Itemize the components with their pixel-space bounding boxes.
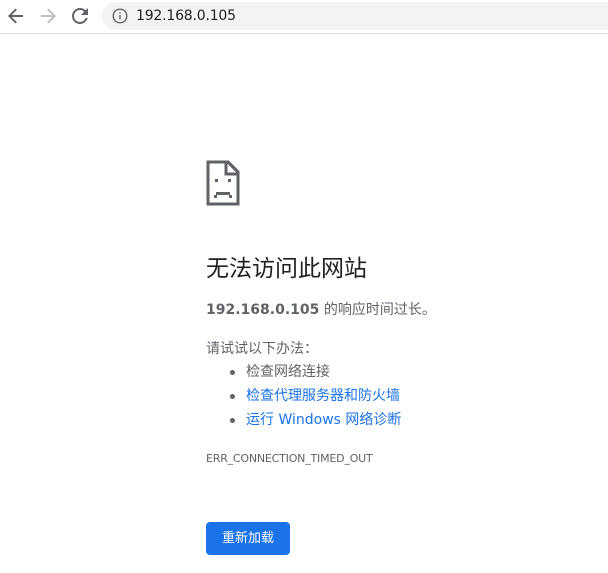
error-code: ERR_CONNECTION_TIMED_OUT <box>206 452 373 465</box>
error-description: 192.168.0.105 的响应时间过长。 <box>206 300 436 320</box>
info-icon[interactable] <box>112 8 128 24</box>
host-name: 192.168.0.105 <box>206 302 320 318</box>
list-item: 检查代理服务器和防火墙 <box>206 386 401 410</box>
arrow-left-icon <box>8 8 23 24</box>
sad-page-icon <box>206 160 240 206</box>
bullet <box>230 418 235 423</box>
link-check-proxy-firewall[interactable]: 检查代理服务器和防火墙 <box>246 388 400 404</box>
browser-toolbar: 192.168.0.105 <box>0 0 608 34</box>
bullet <box>230 370 235 375</box>
link-run-windows-diagnostics[interactable]: 运行 Windows 网络诊断 <box>246 412 401 428</box>
suggestions-label: 请试试以下办法： <box>206 341 318 357</box>
arrow-right-icon <box>41 8 56 24</box>
list-item: 检查网络连接 <box>206 362 401 386</box>
description-suffix: 的响应时间过长。 <box>319 302 436 318</box>
list-item: 运行 Windows 网络诊断 <box>206 410 401 434</box>
reload-page-button[interactable] <box>69 5 91 27</box>
url-text[interactable]: 192.168.0.105 <box>136 8 236 24</box>
suggestion-check-network: 检查网络连接 <box>246 364 330 380</box>
back-button[interactable] <box>5 5 27 27</box>
forward-button[interactable] <box>37 5 59 27</box>
bullet <box>230 394 235 399</box>
suggestions-list: 检查网络连接 检查代理服务器和防火墙 运行 Windows 网络诊断 <box>206 362 401 434</box>
page-title: 无法访问此网站 <box>206 256 367 282</box>
address-bar[interactable]: 192.168.0.105 <box>102 2 608 30</box>
reload-icon <box>72 8 88 24</box>
reload-button[interactable]: 重新加载 <box>206 522 290 555</box>
